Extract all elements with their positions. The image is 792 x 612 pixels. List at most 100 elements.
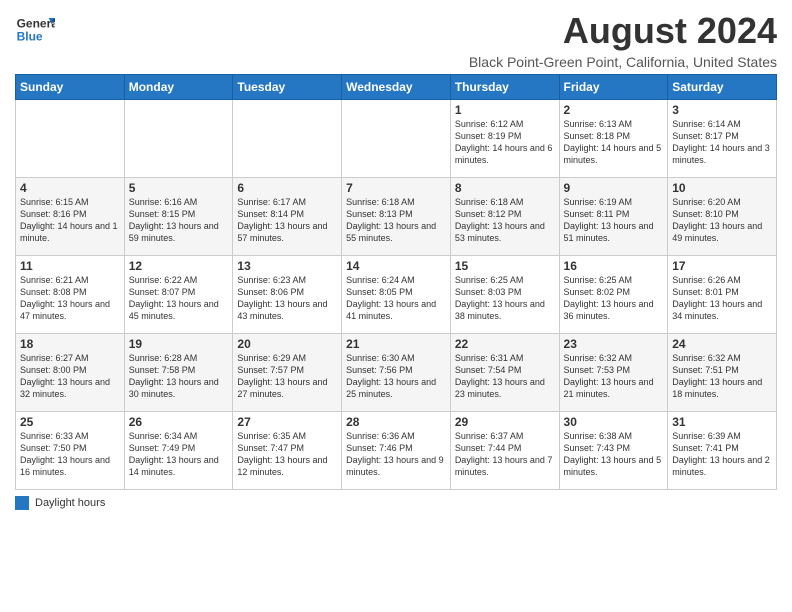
calendar-cell: 31Sunrise: 6:39 AM Sunset: 7:41 PM Dayli… (668, 412, 777, 490)
calendar-cell: 8Sunrise: 6:18 AM Sunset: 8:12 PM Daylig… (450, 178, 559, 256)
day-number: 16 (564, 259, 664, 273)
calendar-cell: 27Sunrise: 6:35 AM Sunset: 7:47 PM Dayli… (233, 412, 342, 490)
day-info: Sunrise: 6:38 AM Sunset: 7:43 PM Dayligh… (564, 430, 664, 479)
logo-icon: General Blue (15, 10, 55, 50)
day-number: 19 (129, 337, 229, 351)
weekday-header-thursday: Thursday (450, 75, 559, 100)
month-title: August 2024 (469, 10, 777, 52)
day-info: Sunrise: 6:27 AM Sunset: 8:00 PM Dayligh… (20, 352, 120, 401)
calendar-cell: 29Sunrise: 6:37 AM Sunset: 7:44 PM Dayli… (450, 412, 559, 490)
header: General Blue August 2024 Black Point-Gre… (15, 10, 777, 70)
day-number: 15 (455, 259, 555, 273)
day-info: Sunrise: 6:15 AM Sunset: 8:16 PM Dayligh… (20, 196, 120, 245)
day-number: 14 (346, 259, 446, 273)
calendar-cell: 17Sunrise: 6:26 AM Sunset: 8:01 PM Dayli… (668, 256, 777, 334)
day-info: Sunrise: 6:29 AM Sunset: 7:57 PM Dayligh… (237, 352, 337, 401)
day-number: 17 (672, 259, 772, 273)
day-info: Sunrise: 6:32 AM Sunset: 7:51 PM Dayligh… (672, 352, 772, 401)
weekday-header-sunday: Sunday (16, 75, 125, 100)
calendar-cell: 3Sunrise: 6:14 AM Sunset: 8:17 PM Daylig… (668, 100, 777, 178)
weekday-header-saturday: Saturday (668, 75, 777, 100)
page: General Blue August 2024 Black Point-Gre… (0, 0, 792, 612)
day-number: 31 (672, 415, 772, 429)
day-info: Sunrise: 6:22 AM Sunset: 8:07 PM Dayligh… (129, 274, 229, 323)
calendar-cell (124, 100, 233, 178)
calendar-cell: 6Sunrise: 6:17 AM Sunset: 8:14 PM Daylig… (233, 178, 342, 256)
day-number: 6 (237, 181, 337, 195)
weekday-header-tuesday: Tuesday (233, 75, 342, 100)
day-number: 10 (672, 181, 772, 195)
day-info: Sunrise: 6:14 AM Sunset: 8:17 PM Dayligh… (672, 118, 772, 167)
calendar-cell: 1Sunrise: 6:12 AM Sunset: 8:19 PM Daylig… (450, 100, 559, 178)
day-number: 27 (237, 415, 337, 429)
calendar-cell: 18Sunrise: 6:27 AM Sunset: 8:00 PM Dayli… (16, 334, 125, 412)
calendar-cell: 30Sunrise: 6:38 AM Sunset: 7:43 PM Dayli… (559, 412, 668, 490)
calendar-cell: 19Sunrise: 6:28 AM Sunset: 7:58 PM Dayli… (124, 334, 233, 412)
day-number: 26 (129, 415, 229, 429)
day-info: Sunrise: 6:37 AM Sunset: 7:44 PM Dayligh… (455, 430, 555, 479)
logo: General Blue (15, 10, 55, 50)
day-info: Sunrise: 6:33 AM Sunset: 7:50 PM Dayligh… (20, 430, 120, 479)
calendar-week-row: 11Sunrise: 6:21 AM Sunset: 8:08 PM Dayli… (16, 256, 777, 334)
day-info: Sunrise: 6:17 AM Sunset: 8:14 PM Dayligh… (237, 196, 337, 245)
calendar-cell: 16Sunrise: 6:25 AM Sunset: 8:02 PM Dayli… (559, 256, 668, 334)
calendar-cell: 9Sunrise: 6:19 AM Sunset: 8:11 PM Daylig… (559, 178, 668, 256)
weekday-header-row: SundayMondayTuesdayWednesdayThursdayFrid… (16, 75, 777, 100)
day-info: Sunrise: 6:20 AM Sunset: 8:10 PM Dayligh… (672, 196, 772, 245)
day-info: Sunrise: 6:31 AM Sunset: 7:54 PM Dayligh… (455, 352, 555, 401)
day-number: 4 (20, 181, 120, 195)
day-number: 1 (455, 103, 555, 117)
day-info: Sunrise: 6:23 AM Sunset: 8:06 PM Dayligh… (237, 274, 337, 323)
calendar-cell (342, 100, 451, 178)
calendar-cell: 5Sunrise: 6:16 AM Sunset: 8:15 PM Daylig… (124, 178, 233, 256)
calendar-cell: 14Sunrise: 6:24 AM Sunset: 8:05 PM Dayli… (342, 256, 451, 334)
calendar-cell: 24Sunrise: 6:32 AM Sunset: 7:51 PM Dayli… (668, 334, 777, 412)
day-number: 3 (672, 103, 772, 117)
day-info: Sunrise: 6:18 AM Sunset: 8:13 PM Dayligh… (346, 196, 446, 245)
day-info: Sunrise: 6:39 AM Sunset: 7:41 PM Dayligh… (672, 430, 772, 479)
calendar-cell: 13Sunrise: 6:23 AM Sunset: 8:06 PM Dayli… (233, 256, 342, 334)
day-number: 23 (564, 337, 664, 351)
day-number: 11 (20, 259, 120, 273)
calendar-cell (16, 100, 125, 178)
weekday-header-wednesday: Wednesday (342, 75, 451, 100)
day-info: Sunrise: 6:21 AM Sunset: 8:08 PM Dayligh… (20, 274, 120, 323)
legend-label: Daylight hours (35, 497, 105, 509)
day-number: 8 (455, 181, 555, 195)
weekday-header-monday: Monday (124, 75, 233, 100)
day-info: Sunrise: 6:26 AM Sunset: 8:01 PM Dayligh… (672, 274, 772, 323)
day-number: 9 (564, 181, 664, 195)
day-number: 30 (564, 415, 664, 429)
day-info: Sunrise: 6:16 AM Sunset: 8:15 PM Dayligh… (129, 196, 229, 245)
day-number: 25 (20, 415, 120, 429)
day-number: 24 (672, 337, 772, 351)
day-number: 7 (346, 181, 446, 195)
day-number: 29 (455, 415, 555, 429)
calendar-week-row: 18Sunrise: 6:27 AM Sunset: 8:00 PM Dayli… (16, 334, 777, 412)
calendar-cell: 20Sunrise: 6:29 AM Sunset: 7:57 PM Dayli… (233, 334, 342, 412)
location: Black Point-Green Point, California, Uni… (469, 54, 777, 70)
day-info: Sunrise: 6:32 AM Sunset: 7:53 PM Dayligh… (564, 352, 664, 401)
day-number: 13 (237, 259, 337, 273)
day-info: Sunrise: 6:34 AM Sunset: 7:49 PM Dayligh… (129, 430, 229, 479)
day-number: 5 (129, 181, 229, 195)
legend-color-box (15, 496, 29, 510)
calendar-cell: 25Sunrise: 6:33 AM Sunset: 7:50 PM Dayli… (16, 412, 125, 490)
svg-text:Blue: Blue (17, 29, 43, 43)
day-info: Sunrise: 6:24 AM Sunset: 8:05 PM Dayligh… (346, 274, 446, 323)
day-info: Sunrise: 6:30 AM Sunset: 7:56 PM Dayligh… (346, 352, 446, 401)
calendar-cell: 15Sunrise: 6:25 AM Sunset: 8:03 PM Dayli… (450, 256, 559, 334)
day-info: Sunrise: 6:35 AM Sunset: 7:47 PM Dayligh… (237, 430, 337, 479)
calendar-table: SundayMondayTuesdayWednesdayThursdayFrid… (15, 74, 777, 490)
calendar-week-row: 4Sunrise: 6:15 AM Sunset: 8:16 PM Daylig… (16, 178, 777, 256)
calendar-cell: 11Sunrise: 6:21 AM Sunset: 8:08 PM Dayli… (16, 256, 125, 334)
day-info: Sunrise: 6:18 AM Sunset: 8:12 PM Dayligh… (455, 196, 555, 245)
calendar-week-row: 1Sunrise: 6:12 AM Sunset: 8:19 PM Daylig… (16, 100, 777, 178)
day-number: 2 (564, 103, 664, 117)
calendar-cell: 23Sunrise: 6:32 AM Sunset: 7:53 PM Dayli… (559, 334, 668, 412)
day-number: 20 (237, 337, 337, 351)
legend: Daylight hours (15, 496, 777, 510)
calendar-cell: 4Sunrise: 6:15 AM Sunset: 8:16 PM Daylig… (16, 178, 125, 256)
day-info: Sunrise: 6:25 AM Sunset: 8:02 PM Dayligh… (564, 274, 664, 323)
day-number: 21 (346, 337, 446, 351)
